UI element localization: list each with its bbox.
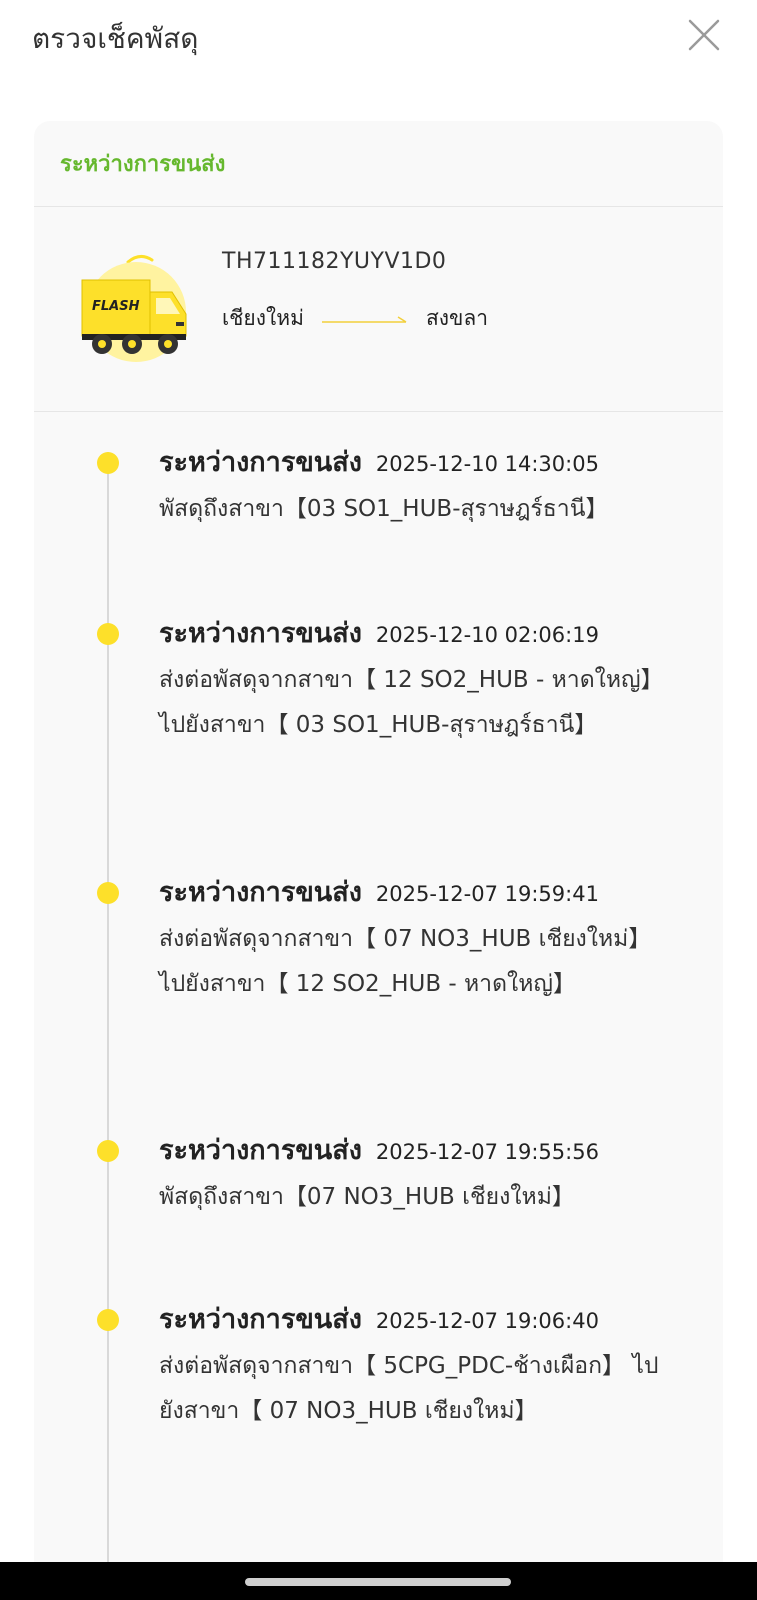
delivery-truck-icon: FLASH: [81, 255, 187, 362]
timeline-dot: [97, 1309, 119, 1331]
status-title: ระหว่างการขนส่ง: [60, 152, 226, 177]
home-indicator[interactable]: [245, 1578, 511, 1586]
timeline-dot: [97, 452, 119, 474]
parcel-summary: FLASH TH711182YUYV1D0 เชียงใหม่ สงขลา: [34, 207, 723, 412]
tracking-card: ระหว่างการขนส่ง FLASH TH711182YUYV1D0 เช…: [34, 121, 723, 1600]
status-header: ระหว่างการขนส่ง: [34, 121, 723, 207]
event-status: ระหว่างการขนส่ง: [159, 447, 362, 478]
event-time: 2025-12-07 19:59:41: [375, 882, 599, 906]
page-title: ตรวจเช็คพัสดุ: [32, 22, 199, 55]
event-time: 2025-12-07 19:55:56: [375, 1140, 599, 1164]
arrow-right-icon: [321, 315, 407, 323]
timeline-dot: [97, 623, 119, 645]
event-status: ระหว่างการขนส่ง: [159, 1304, 362, 1335]
route: เชียงใหม่ สงขลา: [222, 302, 488, 335]
event-description: ส่งต่อพัสดุจากสาขา【 07 NO3_HUB เชียงใหม่…: [159, 926, 652, 997]
close-button[interactable]: [687, 18, 721, 52]
route-destination: สงขลา: [425, 306, 489, 330]
event-description: ส่งต่อพัสดุจากสาขา【 5CPG_PDC-ช้างเผือก】 …: [159, 1353, 659, 1424]
event-time: 2025-12-10 14:30:05: [375, 452, 599, 476]
timeline-dot: [97, 882, 119, 904]
timeline-dot: [97, 1140, 119, 1162]
close-icon: [688, 19, 720, 51]
event-status: ระหว่างการขนส่ง: [159, 877, 362, 908]
event-status: ระหว่างการขนส่ง: [159, 1135, 362, 1166]
route-origin: เชียงใหม่: [222, 306, 304, 330]
event-time: 2025-12-10 02:06:19: [375, 623, 599, 647]
header: ตรวจเช็คพัสดุ: [0, 0, 757, 80]
event-description: พัสดุถึงสาขา【03 SO1_HUB-สุราษฎร์ธานี】: [159, 496, 609, 522]
event-description: พัสดุถึงสาขา【07 NO3_HUB เชียงใหม่】: [159, 1184, 575, 1210]
event-status: ระหว่างการขนส่ง: [159, 618, 362, 649]
flash-logo-text: FLASH: [92, 299, 140, 314]
tracking-number: TH711182YUYV1D0: [222, 249, 447, 274]
event-time: 2025-12-07 19:06:40: [375, 1309, 599, 1333]
event-description: ส่งต่อพัสดุจากสาขา【 12 SO2_HUB - หาดใหญ่…: [159, 667, 664, 738]
